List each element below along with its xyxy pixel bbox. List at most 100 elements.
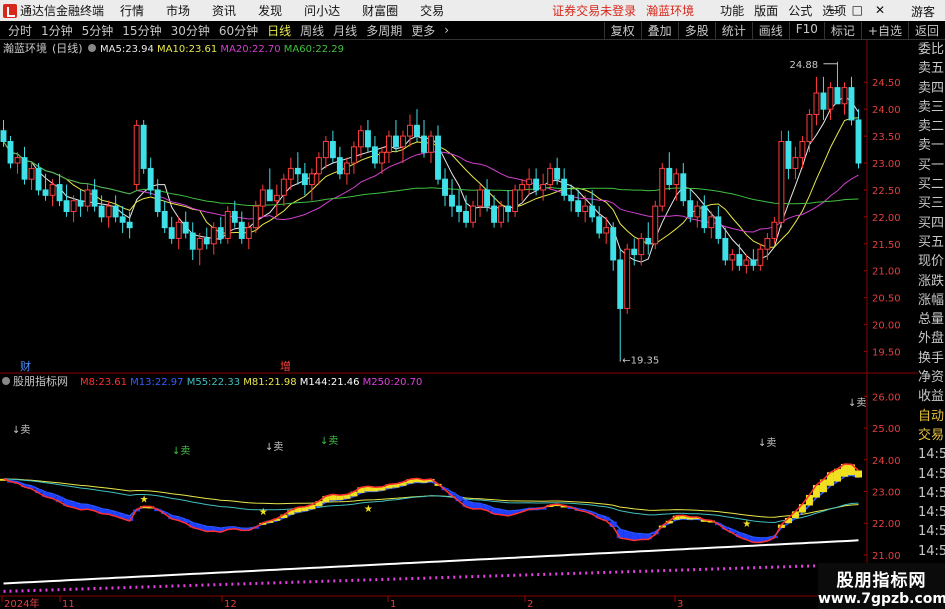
menu-item-wealth[interactable]: 财富圈 [362,2,398,19]
period-tab[interactable]: 周线 [300,22,324,39]
candle-body [126,221,133,229]
collapse-icon [2,377,10,385]
side-panel-item[interactable]: 14:56 [918,445,945,464]
side-panel-item[interactable]: 收益 [918,387,945,406]
toolbar-button[interactable]: 画线 [751,22,789,39]
y-tick-label: 25.00 [872,424,901,435]
period-tab-daily[interactable]: 日线 [267,22,291,39]
candle-body [820,92,827,110]
side-panel-item[interactable]: 委比 [918,40,945,59]
candle-body [610,227,617,261]
candle-body [210,227,217,245]
candle-body [161,211,168,229]
candle-body [371,146,378,164]
side-panel-item[interactable]: 14:56 [918,522,945,541]
toolbar-button[interactable]: 多股 [677,22,715,39]
menu-item-discover[interactable]: 发现 [258,2,282,19]
ribbon-block [623,531,631,540]
toolbar-button[interactable]: F10 [788,22,824,39]
candle-body [841,87,848,105]
side-panel-item[interactable]: 自动 [918,407,945,426]
toolbar-button[interactable]: 标记 [823,22,861,39]
x-tick-label: 3 [677,599,683,609]
side-panel-item[interactable]: 总量 [918,310,945,329]
menu-item-news[interactable]: 资讯 [212,2,236,19]
toolbar-button[interactable]: 复权 [603,22,641,39]
menu-item-function[interactable]: 功能 [720,2,744,19]
sell-signal-label: ↓卖 [848,397,866,409]
ma-line [3,95,859,263]
x-tick-label: 1 [390,599,396,609]
menu-item-quotes[interactable]: 行情 [120,2,144,19]
side-panel-item[interactable]: 买五 [918,233,945,252]
side-panel-item[interactable]: 涨幅 [918,291,945,310]
candle-body [42,189,49,196]
period-tab[interactable]: 5分钟 [82,22,114,39]
period-tab[interactable]: 1分钟 [41,22,73,39]
candle-body [182,221,189,234]
candle-body [28,167,35,180]
minimize-icon[interactable]: — [828,3,840,17]
indicator-legend-item: M55:22.33 [187,377,244,388]
candle-body [750,259,757,266]
period-tab[interactable]: 多周期 [366,22,402,39]
period-tab[interactable]: 15分钟 [122,22,161,39]
close-icon[interactable]: ✕ [875,3,885,17]
side-panel-item[interactable]: 卖三 [918,98,945,117]
period-tab[interactable]: 60分钟 [219,22,258,39]
chart-period: (日线) [52,41,83,55]
side-panel-item[interactable]: 卖二 [918,117,945,136]
guest-button[interactable]: 游客 [911,3,935,20]
side-panel-item[interactable]: 买四 [918,214,945,233]
candle-body [470,205,477,223]
chevron-right-icon[interactable]: › [444,23,449,37]
side-panel-item[interactable]: 涨跌 [918,272,945,291]
candle-body [245,227,252,239]
side-panel-item[interactable]: 卖五 [918,59,945,78]
side-panel-item[interactable]: 买二 [918,175,945,194]
side-panel-item[interactable]: 14:56 [918,503,945,522]
y-tick-label: 19.50 [872,348,901,359]
toolbar-button[interactable]: +自选 [860,22,908,39]
candle-body [21,157,28,180]
menu-item-ask[interactable]: 问小达 [304,2,340,19]
candle-body [484,189,491,207]
side-panel-item[interactable]: 14:56 [918,542,945,561]
chart-area[interactable]: 瀚蓝环境 (日线) MA5:23.94 MA10:23.61 MA20:22.7… [0,40,918,609]
menu-item-market[interactable]: 市场 [166,2,190,19]
candle-body [119,216,126,223]
buy-star-icon: ★ [364,504,373,515]
candle-body [603,227,610,234]
side-panel-item[interactable]: 买三 [918,194,945,213]
candle-body [112,205,119,218]
candle-body [526,178,533,186]
trade-login-alert[interactable]: 证券交易未登录 [552,2,636,19]
toolbar-button[interactable]: 叠加 [640,22,678,39]
menu-item-trade[interactable]: 交易 [420,2,444,19]
candle-body [491,205,498,223]
side-panel-item[interactable]: 交易 [918,426,945,445]
side-panel-item[interactable]: 卖一 [918,136,945,155]
side-panel-item[interactable]: 14:56 [918,465,945,484]
period-tab[interactable]: 月线 [333,22,357,39]
side-panel-item[interactable]: 14:56 [918,484,945,503]
side-panel-item[interactable]: 现价 [918,252,945,271]
side-panel-item[interactable]: 买一 [918,156,945,175]
menu-item-formula[interactable]: 公式 [788,2,812,19]
toolbar-button[interactable]: 统计 [714,22,752,39]
side-panel-item[interactable]: 换手 [918,349,945,368]
side-panel-item[interactable]: 净资 [918,368,945,387]
candle-body [147,167,154,191]
candle-body [785,140,792,169]
menu-item-layout[interactable]: 版面 [754,2,778,19]
side-panel-item[interactable]: 外盘 [918,329,945,348]
side-panel-item[interactable]: 卖四 [918,79,945,98]
indicator-header: 股朋指标网 M8:23.61 M13:22.97 M55:22.33 M81:2… [2,374,422,388]
maximize-icon[interactable]: □ [852,3,863,17]
candle-body [231,211,238,223]
period-tab[interactable]: 30分钟 [171,22,210,39]
candle-body [813,92,820,116]
period-tab[interactable]: 分时 [8,22,32,39]
period-tab-more[interactable]: 更多 [411,22,435,39]
toolbar-button[interactable]: 返回 [907,22,945,39]
